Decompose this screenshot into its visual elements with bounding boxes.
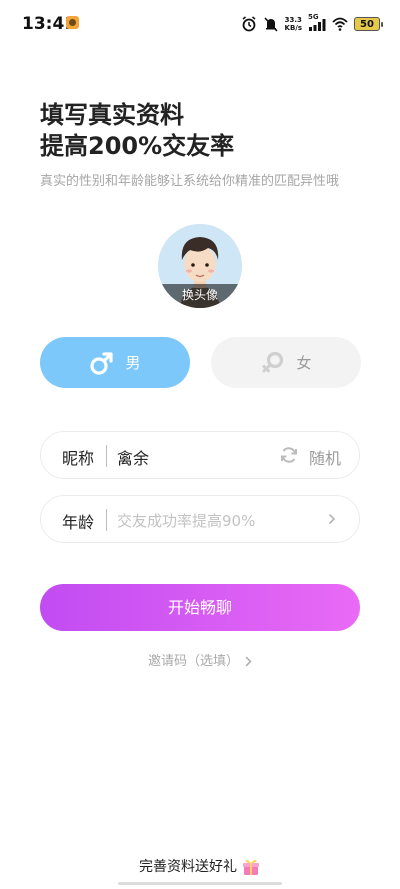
nickname-field[interactable]: 昵称 禽余 随机 xyxy=(40,431,360,479)
male-symbol-icon xyxy=(90,351,114,375)
gender-female-button[interactable]: 女 xyxy=(211,337,361,388)
nickname-label: 昵称 xyxy=(62,449,95,468)
gender-female-label: 女 xyxy=(296,354,312,372)
invite-code-label: 邀请码（选填） xyxy=(147,654,239,669)
avatar[interactable]: 换头像 xyxy=(158,224,242,308)
start-chat-button[interactable]: 开始畅聊 xyxy=(40,584,360,631)
random-nickname-button[interactable]: 随机 xyxy=(309,445,341,469)
gender-male-label: 男 xyxy=(125,354,141,372)
home-indicator[interactable] xyxy=(118,882,282,885)
female-symbol-icon xyxy=(262,351,284,372)
field-divider xyxy=(106,445,107,467)
age-label: 年龄 xyxy=(62,513,95,532)
alarm-icon xyxy=(242,16,256,32)
wifi-icon xyxy=(332,17,348,31)
gender-male-button[interactable]: 男 xyxy=(40,337,190,388)
page-subtitle: 真实的性别和年龄能够让系统给你精准的匹配异性哦 xyxy=(40,174,340,189)
title-line-1: 填写真实资料 xyxy=(40,101,184,129)
mute-bell-icon xyxy=(263,17,278,32)
cellular-signal: 5G xyxy=(308,13,326,32)
page-title: 填写真实资料 提高200%交友率 xyxy=(40,100,234,162)
status-bar: 13:41 33.3 KB/s 5G 50 xyxy=(0,0,400,48)
invite-code-link[interactable]: 邀请码（选填） xyxy=(0,650,400,669)
battery-indicator: 50 xyxy=(354,17,383,31)
title-line-2: 提高200%交友率 xyxy=(40,132,235,160)
gift-box-icon xyxy=(243,859,259,875)
signal-bars-icon xyxy=(309,19,326,31)
app-notification-icon xyxy=(66,16,79,29)
refresh-icon[interactable] xyxy=(279,445,299,465)
age-field[interactable]: 年龄 交友成功率提高90% xyxy=(40,495,360,543)
profile-reward-label: 完善资料送好礼 xyxy=(139,859,237,875)
network-speed: 33.3 KB/s xyxy=(285,16,302,32)
field-divider xyxy=(106,509,107,531)
profile-reward-banner[interactable]: 完善资料送好礼 xyxy=(0,856,400,877)
network-speed-unit: KB/s xyxy=(284,24,302,32)
status-icons: 33.3 KB/s 5G 50 xyxy=(241,13,383,34)
change-avatar-label[interactable]: 换头像 xyxy=(158,284,242,308)
network-speed-value: 33.3 xyxy=(284,16,302,24)
chevron-right-icon xyxy=(329,514,336,524)
chevron-right-icon xyxy=(245,656,252,667)
nickname-input[interactable]: 禽余 xyxy=(117,445,149,469)
age-placeholder[interactable]: 交友成功率提高90% xyxy=(117,510,255,531)
